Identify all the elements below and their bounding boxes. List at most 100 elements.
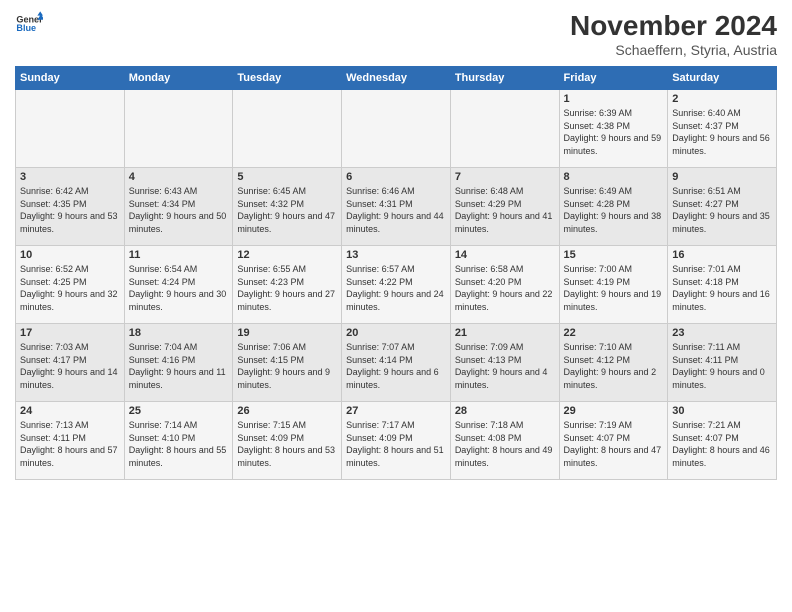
day-number: 22: [564, 327, 664, 339]
col-monday: Monday: [124, 67, 233, 90]
calendar-cell: 11 Sunrise: 6:54 AM Sunset: 4:24 PM Dayli…: [124, 246, 233, 324]
calendar-week-3: 10 Sunrise: 6:52 AM Sunset: 4:25 PM Dayli…: [16, 246, 777, 324]
logo-icon: General Blue: [15, 10, 43, 38]
day-info: Sunrise: 7:17 AM Sunset: 4:09 PM Dayligh…: [346, 419, 446, 469]
svg-text:Blue: Blue: [16, 23, 36, 33]
day-number: 20: [346, 327, 446, 339]
day-number: 30: [672, 405, 772, 417]
day-info: Sunrise: 7:11 AM Sunset: 4:11 PM Dayligh…: [672, 341, 772, 391]
calendar-cell: 12Sunrise: 6:55 AM Sunset: 4:23 PM Dayli…: [233, 246, 342, 324]
calendar-cell: 22 Sunrise: 7:10 AM Sunset: 4:12 PM Dayli…: [559, 324, 668, 402]
calendar-week-2: 3 Sunrise: 6:42 AM Sunset: 4:35 PM Daylig…: [16, 168, 777, 246]
day-info: Sunrise: 6:43 AM Sunset: 4:34 PM Dayligh…: [129, 185, 229, 235]
col-tuesday: Tuesday: [233, 67, 342, 90]
calendar-cell: 19 Sunrise: 7:06 AM Sunset: 4:15 PM Dayli…: [233, 324, 342, 402]
day-info: Sunrise: 7:07 AM Sunset: 4:14 PM Dayligh…: [346, 341, 446, 391]
day-number: 11: [129, 249, 229, 261]
calendar-cell: 16 Sunrise: 7:01 AM Sunset: 4:18 PM Dayli…: [668, 246, 777, 324]
calendar-cell: 13Sunrise: 6:57 AM Sunset: 4:22 PM Dayli…: [342, 246, 451, 324]
day-info: Sunrise: 6:55 AM Sunset: 4:23 PM Dayligh…: [237, 263, 337, 313]
day-info: Sunrise: 6:51 AM Sunset: 4:27 PM Dayligh…: [672, 185, 772, 235]
day-number: 5: [237, 171, 337, 183]
day-number: 2: [672, 93, 772, 105]
calendar-cell: 5 Sunrise: 6:45 AM Sunset: 4:32 PM Daylig…: [233, 168, 342, 246]
calendar-cell: 30 Sunrise: 7:21 AM Sunset: 4:07 PM Dayli…: [668, 402, 777, 480]
calendar-week-4: 17Sunrise: 7:03 AM Sunset: 4:17 PM Dayli…: [16, 324, 777, 402]
day-info: Sunrise: 7:06 AM Sunset: 4:15 PM Dayligh…: [237, 341, 337, 391]
calendar-cell: 26 Sunrise: 7:15 AM Sunset: 4:09 PM Dayli…: [233, 402, 342, 480]
day-info: Sunrise: 7:04 AM Sunset: 4:16 PM Dayligh…: [129, 341, 229, 391]
calendar-cell: 4 Sunrise: 6:43 AM Sunset: 4:34 PM Daylig…: [124, 168, 233, 246]
calendar-cell: 17Sunrise: 7:03 AM Sunset: 4:17 PM Dayli…: [16, 324, 125, 402]
day-info: Sunrise: 6:52 AM Sunset: 4:25 PM Dayligh…: [20, 263, 120, 313]
calendar-cell: 25 Sunrise: 7:14 AM Sunset: 4:10 PM Dayli…: [124, 402, 233, 480]
day-info: Sunrise: 7:19 AM Sunset: 4:07 PM Dayligh…: [564, 419, 664, 469]
day-number: 18: [129, 327, 229, 339]
calendar-cell: 14 Sunrise: 6:58 AM Sunset: 4:20 PM Dayli…: [450, 246, 559, 324]
calendar-cell: 18 Sunrise: 7:04 AM Sunset: 4:16 PM Dayli…: [124, 324, 233, 402]
calendar-cell: 7 Sunrise: 6:48 AM Sunset: 4:29 PM Daylig…: [450, 168, 559, 246]
calendar-cell: [233, 90, 342, 168]
day-number: 29: [564, 405, 664, 417]
day-info: Sunrise: 7:15 AM Sunset: 4:09 PM Dayligh…: [237, 419, 337, 469]
day-info: Sunrise: 6:42 AM Sunset: 4:35 PM Dayligh…: [20, 185, 120, 235]
day-number: 16: [672, 249, 772, 261]
col-sunday: Sunday: [16, 67, 125, 90]
calendar-cell: 21 Sunrise: 7:09 AM Sunset: 4:13 PM Dayli…: [450, 324, 559, 402]
main-title: November 2024: [570, 10, 777, 42]
calendar-cell: 6Sunrise: 6:46 AM Sunset: 4:31 PM Daylig…: [342, 168, 451, 246]
day-info: Sunrise: 7:21 AM Sunset: 4:07 PM Dayligh…: [672, 419, 772, 469]
day-info: Sunrise: 7:13 AM Sunset: 4:11 PM Dayligh…: [20, 419, 120, 469]
calendar-cell: 9Sunrise: 6:51 AM Sunset: 4:27 PM Daylig…: [668, 168, 777, 246]
day-info: Sunrise: 7:14 AM Sunset: 4:10 PM Dayligh…: [129, 419, 229, 469]
calendar-cell: 24 Sunrise: 7:13 AM Sunset: 4:11 PM Dayli…: [16, 402, 125, 480]
day-number: 8: [564, 171, 664, 183]
day-number: 21: [455, 327, 555, 339]
day-info: Sunrise: 7:09 AM Sunset: 4:13 PM Dayligh…: [455, 341, 555, 391]
calendar-cell: [16, 90, 125, 168]
calendar-cell: 27Sunrise: 7:17 AM Sunset: 4:09 PM Dayli…: [342, 402, 451, 480]
col-wednesday: Wednesday: [342, 67, 451, 90]
calendar-cell: 3 Sunrise: 6:42 AM Sunset: 4:35 PM Daylig…: [16, 168, 125, 246]
calendar-week-1: 1Sunrise: 6:39 AM Sunset: 4:38 PM Daylig…: [16, 90, 777, 168]
day-number: 25: [129, 405, 229, 417]
day-number: 4: [129, 171, 229, 183]
day-info: Sunrise: 6:49 AM Sunset: 4:28 PM Dayligh…: [564, 185, 664, 235]
calendar-cell: [450, 90, 559, 168]
day-info: Sunrise: 6:45 AM Sunset: 4:32 PM Dayligh…: [237, 185, 337, 235]
calendar-cell: 15 Sunrise: 7:00 AM Sunset: 4:19 PM Dayli…: [559, 246, 668, 324]
day-number: 10: [20, 249, 120, 261]
day-number: 14: [455, 249, 555, 261]
day-info: Sunrise: 7:00 AM Sunset: 4:19 PM Dayligh…: [564, 263, 664, 313]
day-number: 15: [564, 249, 664, 261]
subtitle: Schaeffern, Styria, Austria: [570, 42, 777, 58]
day-number: 17: [20, 327, 120, 339]
day-number: 3: [20, 171, 120, 183]
day-number: 1: [564, 93, 664, 105]
day-info: Sunrise: 6:58 AM Sunset: 4:20 PM Dayligh…: [455, 263, 555, 313]
calendar-cell: 10 Sunrise: 6:52 AM Sunset: 4:25 PM Dayli…: [16, 246, 125, 324]
day-info: Sunrise: 7:18 AM Sunset: 4:08 PM Dayligh…: [455, 419, 555, 469]
calendar-cell: 28 Sunrise: 7:18 AM Sunset: 4:08 PM Dayli…: [450, 402, 559, 480]
col-saturday: Saturday: [668, 67, 777, 90]
calendar-cell: 20 Sunrise: 7:07 AM Sunset: 4:14 PM Dayli…: [342, 324, 451, 402]
day-info: Sunrise: 6:48 AM Sunset: 4:29 PM Dayligh…: [455, 185, 555, 235]
day-info: Sunrise: 6:54 AM Sunset: 4:24 PM Dayligh…: [129, 263, 229, 313]
title-block: November 2024 Schaeffern, Styria, Austri…: [570, 10, 777, 58]
col-thursday: Thursday: [450, 67, 559, 90]
day-number: 26: [237, 405, 337, 417]
calendar-cell: 1Sunrise: 6:39 AM Sunset: 4:38 PM Daylig…: [559, 90, 668, 168]
day-number: 24: [20, 405, 120, 417]
day-number: 28: [455, 405, 555, 417]
calendar-week-5: 24 Sunrise: 7:13 AM Sunset: 4:11 PM Dayli…: [16, 402, 777, 480]
day-info: Sunrise: 7:01 AM Sunset: 4:18 PM Dayligh…: [672, 263, 772, 313]
day-number: 7: [455, 171, 555, 183]
logo: General Blue: [15, 10, 43, 38]
day-number: 19: [237, 327, 337, 339]
day-number: 23: [672, 327, 772, 339]
calendar-cell: [342, 90, 451, 168]
day-info: Sunrise: 7:10 AM Sunset: 4:12 PM Dayligh…: [564, 341, 664, 391]
calendar-cell: 2 Sunrise: 6:40 AM Sunset: 4:37 PM Daylig…: [668, 90, 777, 168]
calendar-cell: 23 Sunrise: 7:11 AM Sunset: 4:11 PM Dayli…: [668, 324, 777, 402]
day-info: Sunrise: 6:40 AM Sunset: 4:37 PM Dayligh…: [672, 107, 772, 157]
